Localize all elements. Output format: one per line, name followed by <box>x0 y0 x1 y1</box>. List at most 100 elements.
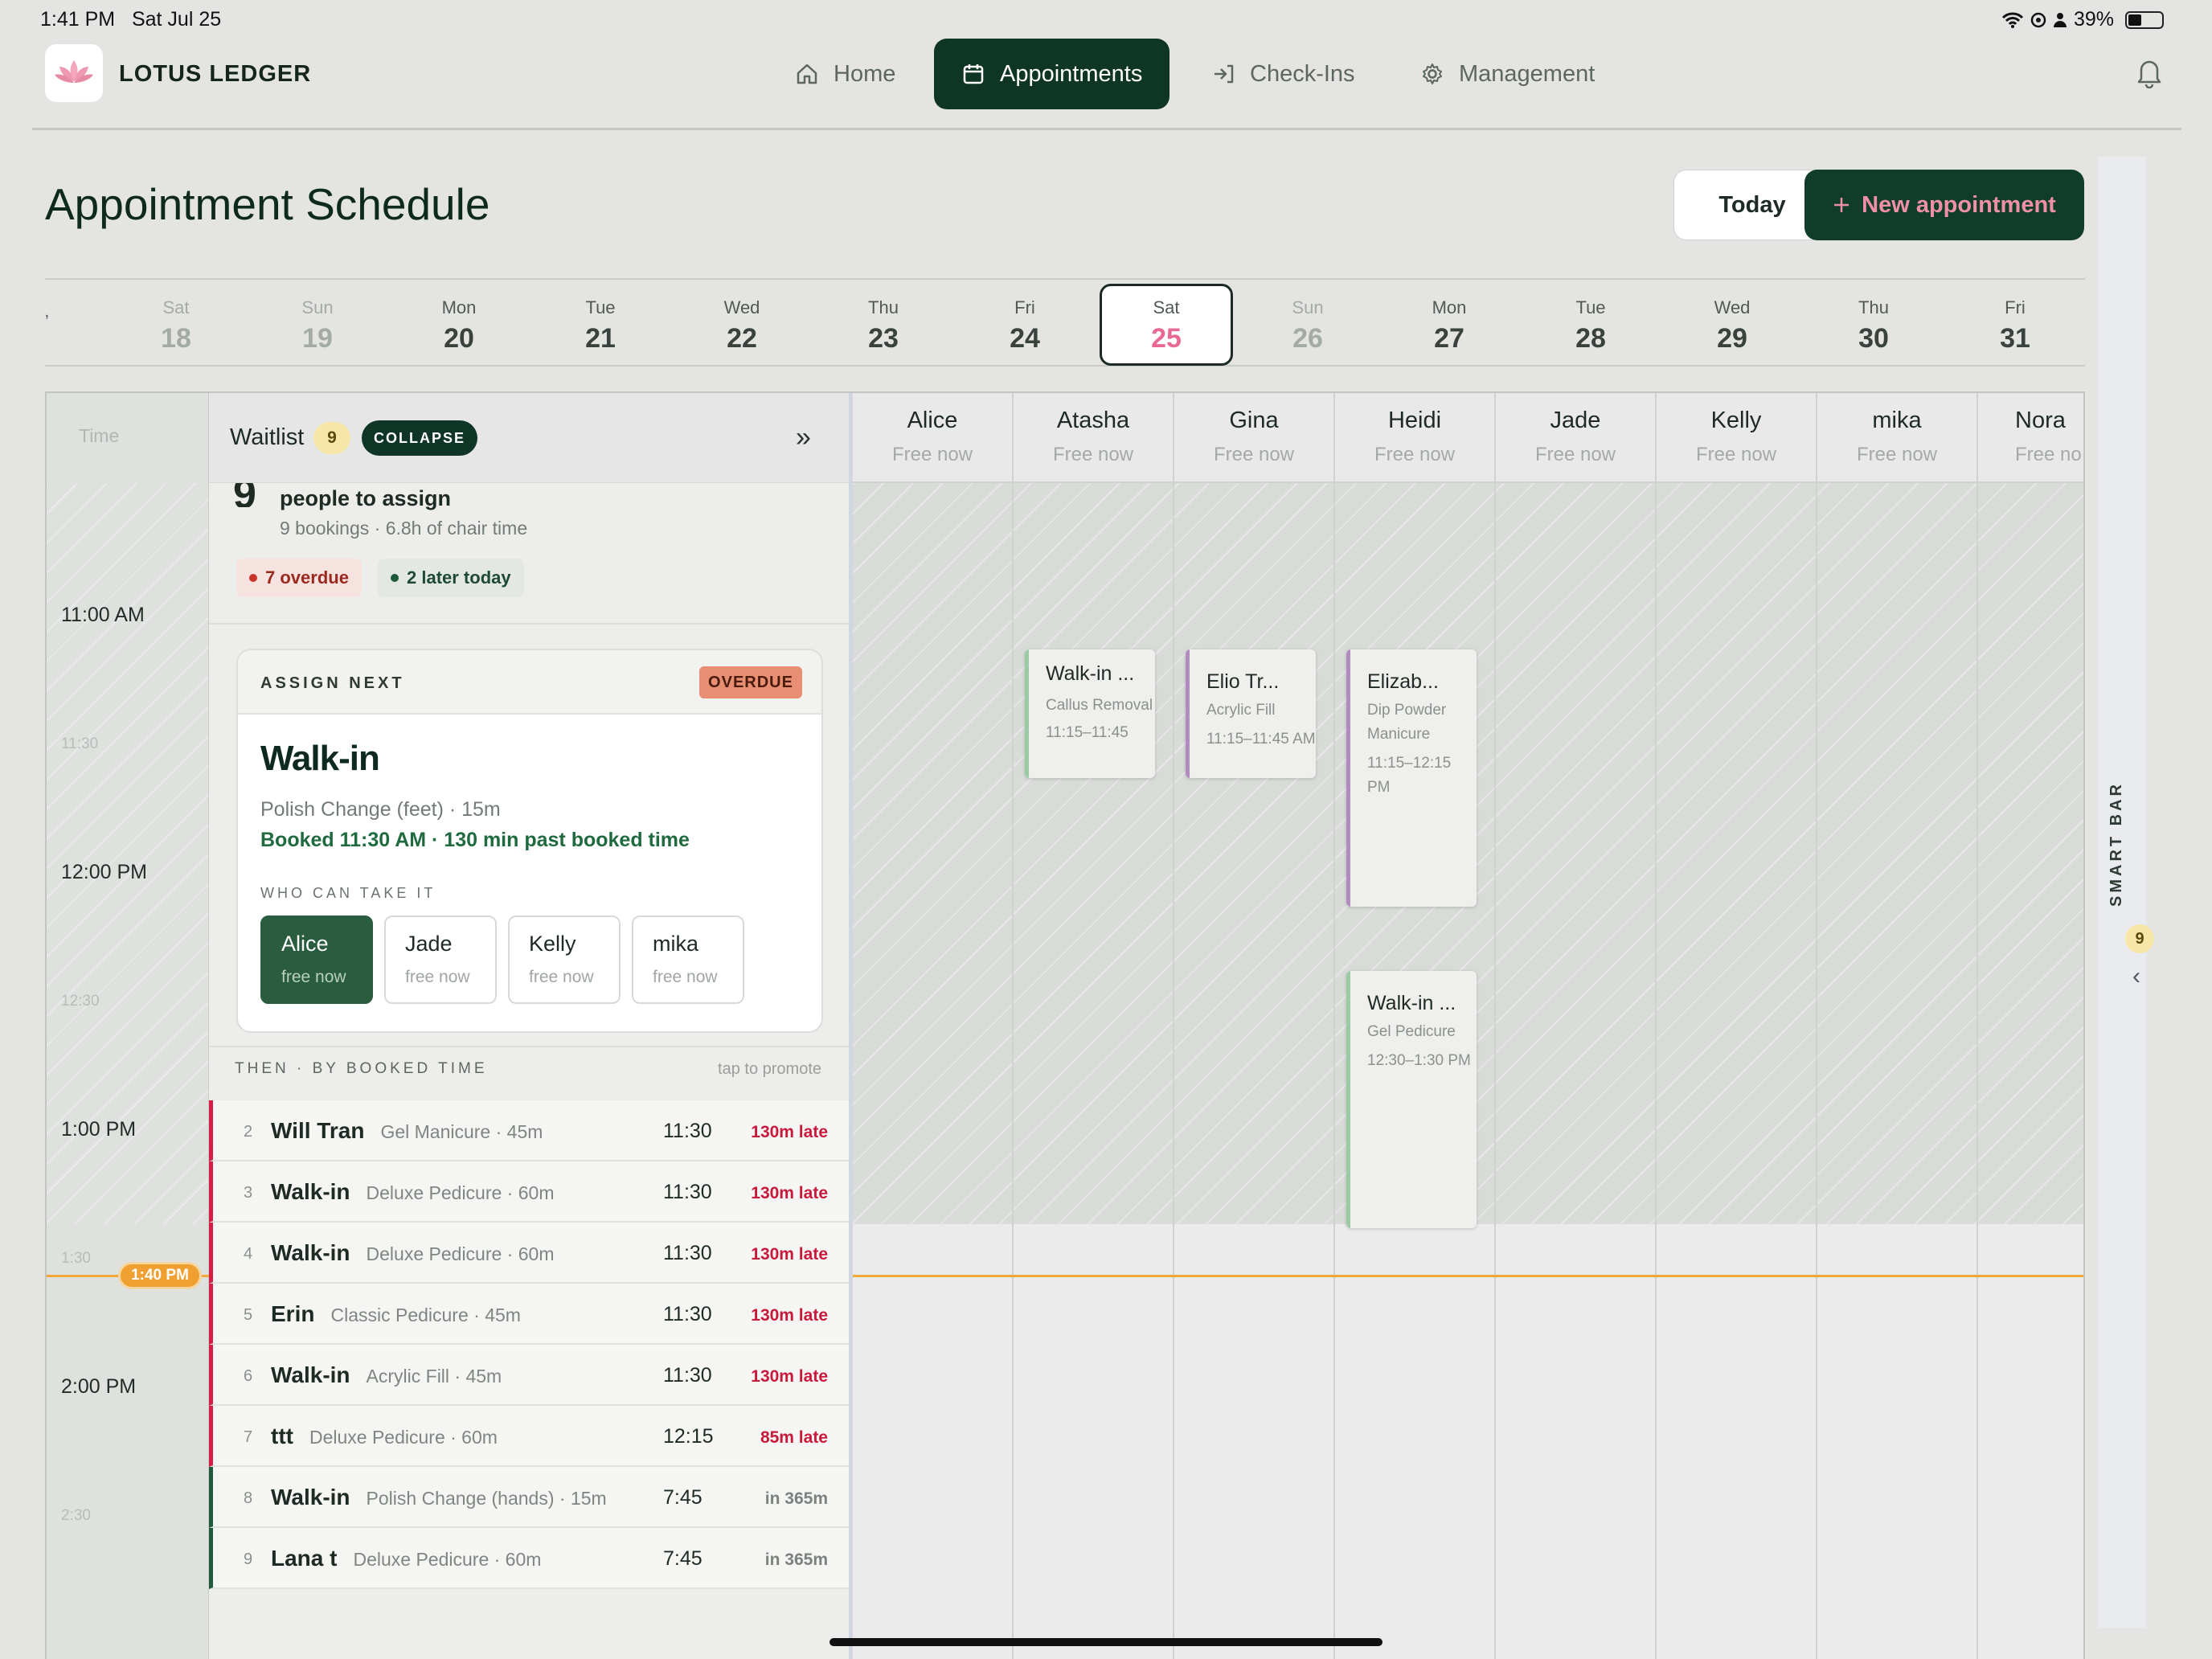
later-today-pill[interactable]: 2 later today <box>378 559 524 597</box>
staff-column-atasha[interactable]: Atasha Free now <box>1014 393 1174 1659</box>
staff-name: Alice <box>907 408 958 433</box>
staff-status: Free now <box>1213 444 1295 465</box>
waitlist-panel: Waitlist 9 COLLAPSE » 9 people to assign… <box>209 393 853 1659</box>
day-tue-28[interactable]: Tue 28 <box>1530 297 1651 354</box>
appointment-card[interactable]: Elizab... Dip Powder Manicure 11:15–12:1… <box>1346 649 1477 907</box>
queue-row[interactable]: 6 Walk-in Acrylic Fill · 45m 11:30 130m late <box>209 1345 849 1406</box>
day-wed-29[interactable]: Wed 29 <box>1672 297 1792 354</box>
new-appointment-button[interactable]: New appointment <box>1804 170 2084 240</box>
day-mon-20[interactable]: Mon 20 <box>399 297 519 354</box>
assign-client-name: Walk-in <box>260 739 380 778</box>
collapse-button[interactable]: COLLAPSE <box>362 420 477 456</box>
schedule-board: Time 11:00 AM 11:30 12:00 PM 12:30 1:00 … <box>45 391 2085 1659</box>
day-wed-22[interactable]: Wed 22 <box>682 297 802 354</box>
nav-label: Appointments <box>1000 60 1143 87</box>
appointment-service: Dip Powder Manicure <box>1367 702 1447 743</box>
who-can-take-label: WHO CAN TAKE IT <box>260 885 436 901</box>
staff-grid: Alice Free now Atasha Free now Gina Free no… <box>853 393 2083 1659</box>
time-header: Time <box>79 425 120 446</box>
person-icon <box>2053 12 2067 27</box>
queue-row[interactable]: 2 Will Tran Gel Manicure · 45m 11:30 130m la… <box>209 1100 849 1161</box>
staff-name: Kelly <box>1710 408 1762 433</box>
half-hour-label: 11:30 <box>61 735 99 752</box>
double-chevron-right-icon[interactable]: » <box>796 422 811 453</box>
gear-icon <box>1423 63 1442 84</box>
half-hour-label: 2:30 <box>61 1507 91 1524</box>
date-strip: ʼ Sat 18 Sun 19 Mon 20 Tue 21 Wed 22 Thu 23 Fr… <box>45 278 2085 367</box>
appointment-card[interactable]: Walk-in ... Callus Removal 11:15–11:45 <box>1025 649 1155 778</box>
staff-status: Free now <box>1052 444 1134 465</box>
queue-hint: tap to promote <box>718 1060 821 1078</box>
staff-status: Free now <box>1856 444 1938 465</box>
staff-status: Free now <box>1534 444 1616 465</box>
staff-column-kelly[interactable]: Kelly Free now <box>1657 393 1817 1659</box>
summary-count: 9 <box>233 483 256 507</box>
queue-row[interactable]: 9 Lana t Deluxe Pedicure · 60m 7:45 in 365m <box>209 1528 849 1589</box>
staff-chip-kelly[interactable]: Kelly free now <box>508 916 621 1004</box>
nav-appointments[interactable]: Appointments <box>934 39 1170 109</box>
queue-row[interactable]: 7 ttt Deluxe Pedicure · 60m 12:15 85m late <box>209 1406 849 1467</box>
waitlist-count-badge: 9 <box>313 422 350 454</box>
staff-name: mika <box>1872 408 1922 433</box>
appointment-card[interactable]: Elio Tr... Acrylic Fill 11:15–11:45 AM <box>1186 649 1316 778</box>
staff-column-gina[interactable]: Gina Free now <box>1174 393 1335 1659</box>
nav-check-ins[interactable]: Check-Ins <box>1184 39 1382 109</box>
staff-chip-jade[interactable]: Jade free now <box>384 916 497 1004</box>
day-thu-23[interactable]: Thu 23 <box>823 297 944 354</box>
day-sun-19[interactable]: Sun 19 <box>257 297 378 354</box>
smart-bar-count-badge: 9 <box>2125 924 2154 953</box>
staff-status: Free now <box>1695 444 1777 465</box>
queue-list: 2 Will Tran Gel Manicure · 45m 11:30 130m la… <box>209 1100 849 1589</box>
staff-status: Free now <box>891 444 973 465</box>
appointment-card[interactable]: Walk-in ... Gel Pedicure 12:30–1:30 PM <box>1346 971 1477 1228</box>
staff-column-nora[interactable]: Nora Free no <box>1978 393 2083 1659</box>
scroll-hint-icon: ʼ <box>45 312 49 332</box>
half-hour-label: 1:30 <box>61 1250 91 1267</box>
day-mon-27[interactable]: Mon 27 <box>1389 297 1509 354</box>
staff-chip-alice[interactable]: Alice free now <box>260 916 373 1004</box>
appointment-title: Walk-in ... <box>1046 662 1135 685</box>
time-column: Time 11:00 AM 11:30 12:00 PM 12:30 1:00 … <box>47 393 209 1659</box>
staff-column-jade[interactable]: Jade Free now <box>1496 393 1657 1659</box>
assign-booked-info: Booked 11:30 AM · 130 min past booked ti… <box>260 829 690 851</box>
assign-service: Polish Change (feet) · 15m <box>260 798 501 821</box>
day-sat-25-selected[interactable]: Sat 25 <box>1100 284 1233 366</box>
hour-label: 12:00 PM <box>61 861 148 883</box>
queue-row[interactable]: 3 Walk-in Deluxe Pedicure · 60m 11:30 130m l… <box>209 1161 849 1223</box>
plus-icon <box>1834 198 1849 212</box>
hour-label: 2:00 PM <box>61 1375 137 1398</box>
day-tue-21[interactable]: Tue 21 <box>540 297 661 354</box>
queue-row[interactable]: 5 Erin Classic Pedicure · 45m 11:30 130m lat… <box>209 1284 849 1345</box>
assign-next-label: ASSIGN NEXT <box>260 674 405 692</box>
appointment-title: Walk-in ... <box>1367 992 1456 1014</box>
wifi-icon <box>2001 12 2024 28</box>
staff-column-mika[interactable]: mika Free now <box>1817 393 1978 1659</box>
appointment-time: 11:15–11:45 AM <box>1206 731 1316 748</box>
chevron-left-icon[interactable]: ‹ <box>2132 963 2140 990</box>
nav-label: Check-Ins <box>1250 60 1355 87</box>
queue-row[interactable]: 4 Walk-in Deluxe Pedicure · 60m 11:30 130m l… <box>209 1223 849 1284</box>
nav-management[interactable]: Management <box>1393 39 1622 109</box>
day-thu-30[interactable]: Thu 30 <box>1813 297 1934 354</box>
day-sat-18[interactable]: Sat 18 <box>116 297 236 354</box>
bell-icon[interactable] <box>2135 56 2164 92</box>
home-indicator[interactable] <box>830 1638 1382 1646</box>
appointment-service: Gel Pedicure <box>1367 1023 1456 1040</box>
lotus-icon[interactable] <box>45 44 103 102</box>
day-fri-24[interactable]: Fri 24 <box>965 297 1085 354</box>
waitlist-header <box>209 393 849 483</box>
staff-column-alice[interactable]: Alice Free now <box>853 393 1014 1659</box>
appointment-time: 12:30–1:30 PM <box>1367 1052 1471 1069</box>
nav-home[interactable]: Home <box>768 39 923 109</box>
queue-label: THEN · BY BOOKED TIME <box>235 1060 488 1077</box>
assign-next-card: ASSIGN NEXT OVERDUE Walk-in Polish Chang… <box>236 649 823 1033</box>
staff-name: Gina <box>1229 408 1279 433</box>
staff-chip-mika[interactable]: mika free now <box>632 916 744 1004</box>
summary-subtitle: 9 bookings · 6.8h of chair time <box>280 518 528 539</box>
hour-label: 1:00 PM <box>61 1118 137 1141</box>
overdue-pill[interactable]: 7 overdue <box>236 559 362 597</box>
queue-row[interactable]: 8 Walk-in Polish Change (hands) · 15m 7:45 i… <box>209 1467 849 1528</box>
day-fri-31[interactable]: Fri 31 <box>1955 297 2075 354</box>
day-sun-26[interactable]: Sun 26 <box>1247 297 1368 354</box>
battery-percent: 39% <box>2073 8 2114 31</box>
